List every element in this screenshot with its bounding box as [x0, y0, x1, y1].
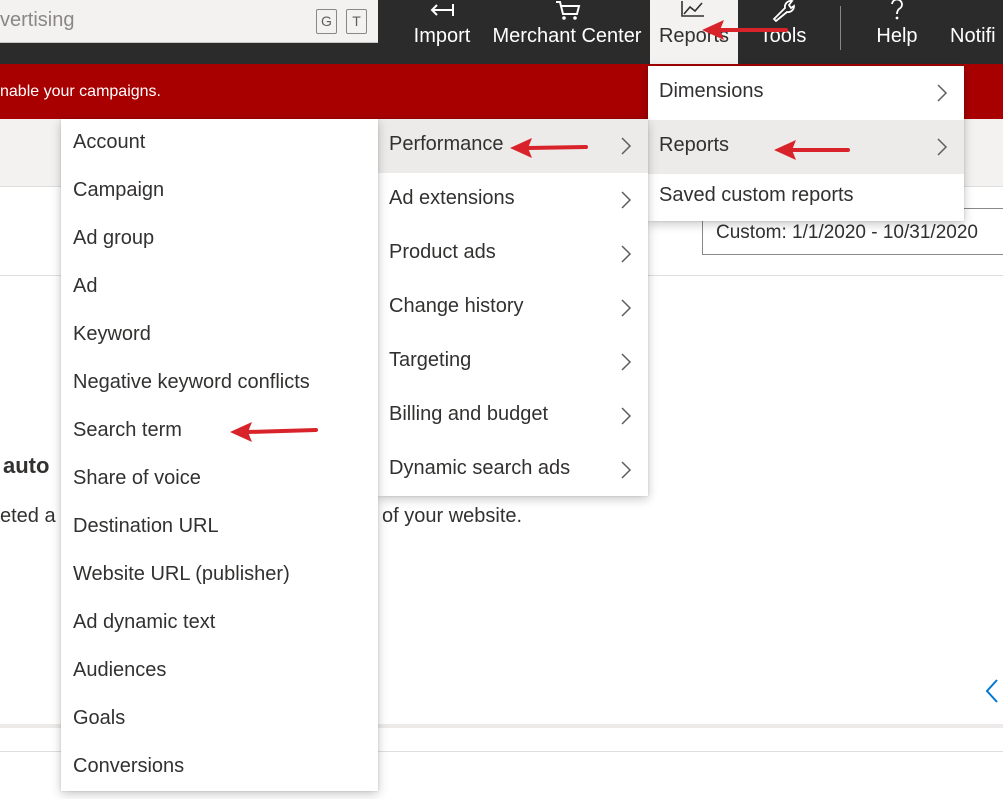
menu-item-product-ads[interactable]: Product ads [378, 227, 648, 281]
nav-import[interactable]: Import [406, 0, 478, 64]
question-icon [891, 0, 903, 20]
card-heading: auto [3, 453, 50, 478]
chevron-right-icon [937, 84, 948, 102]
nav-help-label: Help [876, 25, 918, 47]
menu-item-label: Ad extensions [389, 187, 515, 209]
chart-icon [681, 1, 704, 17]
menu-item-share-of-voice[interactable]: Share of voice [73, 467, 201, 490]
chevron-right-icon [621, 245, 632, 263]
menu-item-label: Saved custom reports [659, 184, 854, 206]
menu-item-performance[interactable]: Performance [378, 119, 648, 173]
menu-item-conversions[interactable]: Conversions [73, 755, 184, 778]
performance-submenu: Account Campaign Ad group Ad Keyword Neg… [61, 119, 378, 791]
menu-item-label: Dimensions [659, 80, 764, 102]
menu-item-keyword[interactable]: Keyword [73, 323, 151, 346]
shortcut-key-g: G [316, 9, 337, 34]
nav-notifications-label: Notifi [950, 25, 996, 47]
menu-item-reports[interactable]: Reports [648, 120, 964, 174]
menu-item-ad-group[interactable]: Ad group [73, 227, 154, 250]
menu-item-ad-extensions[interactable]: Ad extensions [378, 173, 648, 227]
nav-help[interactable]: Help [866, 0, 928, 64]
menu-item-dynamic-search-ads[interactable]: Dynamic search ads [378, 443, 648, 497]
menu-item-website-url-publisher[interactable]: Website URL (publisher) [73, 563, 290, 586]
card-body-text: eted a [0, 505, 56, 527]
nav-notifications[interactable]: Notifi [946, 0, 1003, 64]
banner-message: nable your campaigns. [0, 83, 161, 100]
menu-item-negative-keyword-conflicts[interactable]: Negative keyword conflicts [73, 371, 310, 394]
shortcut-key-t: T [346, 9, 367, 34]
chevron-right-icon [937, 138, 948, 156]
nav-import-label: Import [413, 25, 471, 47]
nav-tools-label: Tools [759, 25, 807, 47]
nav-reports[interactable]: Reports [650, 0, 738, 64]
menu-item-label: Billing and budget [389, 403, 549, 425]
date-range-value: Custom: 1/1/2020 - 10/31/2020 [716, 222, 978, 243]
menu-item-campaign[interactable]: Campaign [73, 179, 164, 202]
menu-item-label: Performance [389, 133, 504, 155]
menu-item-ad[interactable]: Ad [73, 275, 97, 298]
chevron-left-icon[interactable] [982, 678, 1002, 704]
chevron-right-icon [621, 353, 632, 371]
menu-item-label: Dynamic search ads [389, 457, 571, 479]
menu-item-goals[interactable]: Goals [73, 707, 125, 730]
menu-item-change-history[interactable]: Change history [378, 281, 648, 335]
nav-reports-label: Reports [658, 25, 730, 47]
menu-item-saved-custom-reports[interactable]: Saved custom reports [648, 174, 964, 218]
nav-tools[interactable]: Tools [748, 0, 818, 64]
top-navigation-bar: vertising G T Import Merchant Center Rep… [0, 0, 1003, 64]
nav-merchant-center-label: Merchant Center [492, 25, 642, 47]
card-body-text-continued: of your website. [382, 505, 523, 527]
menu-item-audiences[interactable]: Audiences [73, 659, 166, 682]
reports-submenu: Performance Ad extensions Product ads Ch… [378, 119, 648, 496]
chevron-right-icon [621, 461, 632, 479]
chevron-right-icon [621, 299, 632, 317]
nav-merchant-center[interactable]: Merchant Center [488, 0, 646, 64]
wrench-icon [772, 0, 795, 22]
search-input[interactable]: vertising [0, 9, 74, 32]
menu-item-label: Change history [389, 295, 524, 317]
menu-item-targeting[interactable]: Targeting [378, 335, 648, 389]
menu-item-ad-dynamic-text[interactable]: Ad dynamic text [73, 611, 215, 634]
menu-item-label: Targeting [389, 349, 472, 371]
menu-item-dimensions[interactable]: Dimensions [648, 66, 964, 120]
search-box[interactable]: vertising G T [0, 0, 378, 43]
chevron-right-icon [621, 407, 632, 425]
reports-menu: Dimensions Reports Saved custom reports [648, 66, 964, 221]
menu-item-label: Product ads [389, 241, 496, 263]
menu-item-label: Reports [659, 134, 730, 156]
menu-item-destination-url[interactable]: Destination URL [73, 515, 219, 538]
menu-item-billing-and-budget[interactable]: Billing and budget [378, 389, 648, 443]
cart-icon [556, 0, 581, 20]
menu-item-account[interactable]: Account [73, 131, 145, 154]
nav-divider [840, 6, 841, 50]
chevron-right-icon [621, 137, 632, 155]
chevron-right-icon [621, 191, 632, 209]
import-icon [430, 4, 454, 16]
menu-item-search-term[interactable]: Search term [73, 419, 182, 442]
